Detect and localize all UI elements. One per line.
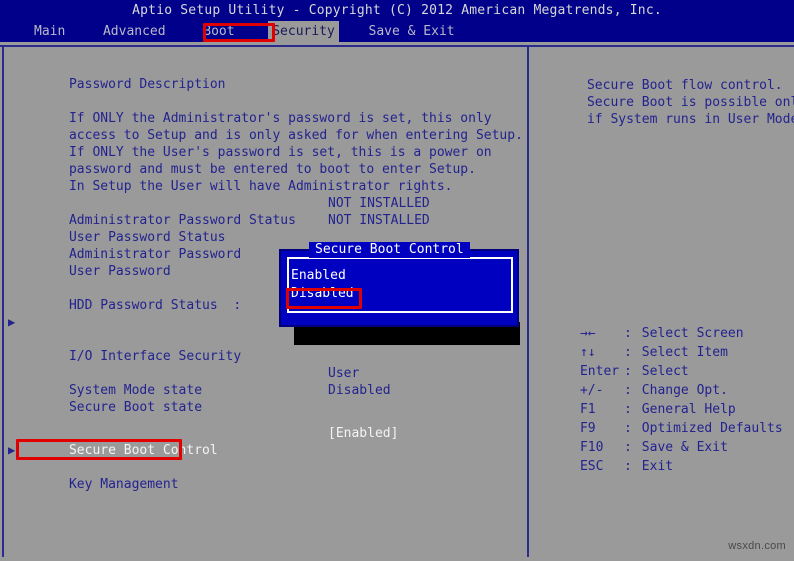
- legend-row-exit: ESC: Exit: [533, 438, 794, 474]
- legend-row-general-help: F1: General Help: [533, 381, 794, 417]
- menu-item-boot[interactable]: Boot: [199, 21, 238, 42]
- password-description-heading: Password Description: [68, 77, 226, 92]
- help-text-line: Secure Boot is possible only: [586, 95, 794, 110]
- setting-row-system-mode-state: System Mode state User: [68, 366, 360, 398]
- setting-value: Disabled: [328, 383, 391, 398]
- description-line: If ONLY the Administrator's password is …: [68, 111, 492, 126]
- description-line: In Setup the User will have Administrato…: [68, 179, 453, 194]
- legend-separator: :: [623, 459, 632, 474]
- key-legend: →←: Select Screen ↑↓: Select Item Enter: Se…: [529, 305, 794, 474]
- submenu-arrow-icon: ▶: [8, 443, 16, 457]
- top-rule: [0, 45, 794, 47]
- menu-bar: Main Advanced Boot Security Save & Exit: [0, 21, 794, 42]
- description-line: password and must be entered to boot to …: [68, 162, 476, 177]
- menu-item-main[interactable]: Main: [30, 21, 69, 42]
- setting-row-user-password-status: User Password Status NOT INSTALLED: [68, 213, 430, 245]
- submenu-key-management[interactable]: ▶ Key Management: [8, 442, 527, 492]
- setting-value: [Enabled]: [328, 426, 399, 441]
- legend-row-select-item: ↑↓: Select Item: [533, 324, 794, 360]
- menu-item-advanced[interactable]: Advanced: [99, 21, 170, 42]
- setting-row-admin-password-status: Administrator Password Status NOT INSTAL…: [68, 196, 430, 228]
- popup-title: Secure Boot Control: [309, 242, 470, 258]
- help-text-line: if System runs in User Mode: [586, 112, 794, 127]
- setting-row-secure-boot-control[interactable]: Secure Boot Control [Enabled]: [22, 425, 527, 458]
- submenu-arrow-icon: ▶: [8, 315, 16, 329]
- popup-option-enabled[interactable]: Enabled: [291, 267, 346, 284]
- legend-key: ESC: [579, 459, 604, 474]
- popup-option-disabled[interactable]: Disabled: [291, 285, 354, 302]
- setting-value: NOT INSTALLED: [328, 213, 430, 228]
- legend-row-change-opt: +/-: Change Opt.: [533, 362, 794, 398]
- legend-row-save-exit: F10: Save & Exit: [533, 419, 794, 455]
- description-line: If ONLY the User's password is set, this…: [68, 145, 492, 160]
- help-text-line: Secure Boot flow control.: [586, 78, 783, 93]
- bios-setup-screen: Aptio Setup Utility - Copyright (C) 2012…: [0, 0, 794, 561]
- help-panel: Secure Boot flow control. Secure Boot is…: [529, 49, 794, 557]
- setting-row-secure-boot-state: Secure Boot state Disabled: [68, 383, 391, 415]
- watermark: wsxdn.com: [728, 540, 786, 552]
- description-line: access to Setup and is only asked for wh…: [68, 128, 523, 143]
- legend-row-optimized-defaults: F9: Optimized Defaults: [533, 400, 794, 436]
- window-title: Aptio Setup Utility - Copyright (C) 2012…: [0, 0, 794, 21]
- setting-value: NOT INSTALLED: [328, 196, 430, 211]
- legend-row-enter-select: Enter: Select: [533, 343, 794, 379]
- legend-action: Exit: [641, 459, 674, 474]
- menu-item-security[interactable]: Security: [268, 21, 339, 42]
- setting-value: User: [328, 366, 360, 381]
- secure-boot-control-popup: Secure Boot Control Enabled Disabled: [279, 242, 519, 327]
- menu-item-save-exit[interactable]: Save & Exit: [365, 21, 459, 42]
- legend-row-select-screen: →←: Select Screen: [533, 305, 794, 341]
